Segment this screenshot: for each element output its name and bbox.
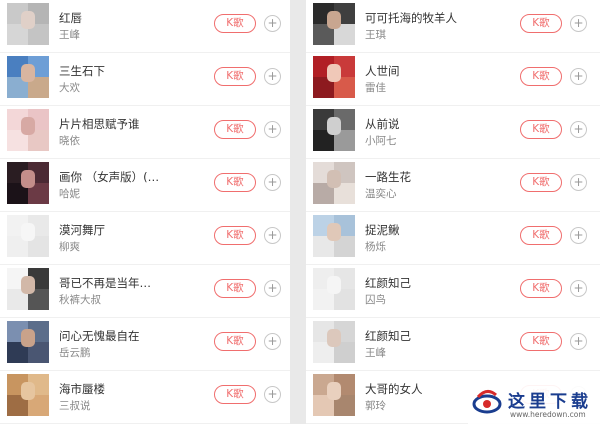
karaoke-button[interactable]: K歌	[214, 120, 256, 139]
song-row[interactable]: 哥已不再是当年… 秋裤大叔 K歌 +	[0, 265, 290, 318]
album-cover-thumbnail[interactable]	[7, 56, 49, 98]
album-cover-thumbnail[interactable]	[313, 56, 355, 98]
karaoke-button[interactable]: K歌	[214, 279, 256, 298]
watermark-url: www.heredown.com	[510, 410, 586, 419]
add-to-playlist-button[interactable]: +	[570, 15, 587, 32]
album-cover-thumbnail[interactable]	[7, 109, 49, 151]
add-to-playlist-button[interactable]: +	[570, 227, 587, 244]
song-list-right: 可可托海的牧羊人 王琪 K歌 + 人世间 雷佳 K歌 + 从前说 小阿七 K歌 + 一路生花 温奕心 K歌 +…	[306, 0, 600, 424]
song-row[interactable]: 从前说 小阿七 K歌 +	[306, 106, 600, 159]
song-title[interactable]: 画你 （女声版）(…	[59, 169, 169, 185]
add-to-playlist-button[interactable]: +	[264, 15, 281, 32]
album-cover-thumbnail[interactable]	[313, 109, 355, 151]
karaoke-button[interactable]: K歌	[520, 120, 562, 139]
song-title[interactable]: 红颜知己	[365, 275, 475, 291]
add-to-playlist-button[interactable]: +	[570, 280, 587, 297]
song-artist[interactable]: 囚鸟	[365, 292, 475, 307]
song-artist[interactable]: 岳云鹏	[59, 345, 169, 360]
album-cover-thumbnail[interactable]	[7, 3, 49, 45]
song-artist[interactable]: 三叔说	[59, 398, 169, 413]
song-artist[interactable]: 秋裤大叔	[59, 292, 169, 307]
song-row[interactable]: 漠河舞厅 柳爽 K歌 +	[0, 212, 290, 265]
karaoke-button[interactable]: K歌	[214, 67, 256, 86]
song-row[interactable]: 人世间 雷佳 K歌 +	[306, 53, 600, 106]
add-to-playlist-button[interactable]: +	[264, 333, 281, 350]
add-to-playlist-button[interactable]: +	[570, 174, 587, 191]
song-title[interactable]: 红唇	[59, 10, 169, 26]
add-to-playlist-button[interactable]: +	[570, 121, 587, 138]
album-cover-thumbnail[interactable]	[7, 215, 49, 257]
song-artist[interactable]: 柳爽	[59, 239, 169, 254]
album-cover-thumbnail[interactable]	[7, 268, 49, 310]
song-title[interactable]: 红颜知己	[365, 328, 475, 344]
song-artist[interactable]: 小阿七	[365, 133, 475, 148]
add-to-playlist-button[interactable]: +	[264, 174, 281, 191]
song-row[interactable]: 红颜知己 王峰 K歌 +	[306, 318, 600, 371]
song-row[interactable]: 红颜知己 囚鸟 K歌 +	[306, 265, 600, 318]
song-title[interactable]: 片片相思赋予谁	[59, 116, 169, 132]
song-title[interactable]: 一路生花	[365, 169, 475, 185]
album-cover-thumbnail[interactable]	[313, 268, 355, 310]
album-cover-thumbnail[interactable]	[313, 321, 355, 363]
karaoke-button[interactable]: K歌	[214, 385, 256, 404]
album-cover-thumbnail[interactable]	[313, 215, 355, 257]
watermark-logo-icon	[472, 390, 502, 414]
karaoke-button[interactable]: K歌	[520, 332, 562, 351]
song-artist[interactable]: 大欢	[59, 80, 169, 95]
song-artist[interactable]: 哈妮	[59, 186, 169, 201]
karaoke-button[interactable]: K歌	[520, 67, 562, 86]
song-title[interactable]: 人世间	[365, 63, 475, 79]
add-to-playlist-button[interactable]: +	[570, 68, 587, 85]
album-cover-thumbnail[interactable]	[313, 3, 355, 45]
album-cover-thumbnail[interactable]	[313, 162, 355, 204]
song-row[interactable]: 一路生花 温奕心 K歌 +	[306, 159, 600, 212]
watermark-text: 这里下载	[508, 392, 592, 412]
song-artist[interactable]: 温奕心	[365, 186, 475, 201]
song-title[interactable]: 哥已不再是当年…	[59, 275, 169, 291]
song-title[interactable]: 问心无愧最自在	[59, 328, 169, 344]
watermark: 这里下载 www.heredown.com	[468, 384, 600, 424]
karaoke-button[interactable]: K歌	[520, 279, 562, 298]
add-to-playlist-button[interactable]: +	[264, 121, 281, 138]
song-row[interactable]: 捉泥鳅 杨烁 K歌 +	[306, 212, 600, 265]
song-row[interactable]: 可可托海的牧羊人 王琪 K歌 +	[306, 0, 600, 53]
karaoke-button[interactable]: K歌	[214, 173, 256, 192]
song-title[interactable]: 三生石下	[59, 63, 169, 79]
song-title[interactable]: 从前说	[365, 116, 475, 132]
karaoke-button[interactable]: K歌	[214, 14, 256, 33]
song-row[interactable]: 三生石下 大欢 K歌 +	[0, 53, 290, 106]
add-to-playlist-button[interactable]: +	[264, 68, 281, 85]
album-cover-thumbnail[interactable]	[7, 321, 49, 363]
song-artist[interactable]: 王琪	[365, 27, 475, 42]
karaoke-button[interactable]: K歌	[520, 14, 562, 33]
song-title[interactable]: 捉泥鳅	[365, 222, 475, 238]
song-list-left: 红唇 王峰 K歌 + 三生石下 大欢 K歌 + 片片相思赋予谁 晓依 K歌 + 画你 （女声版）(… 哈妮…	[0, 0, 290, 424]
song-row[interactable]: 问心无愧最自在 岳云鹏 K歌 +	[0, 318, 290, 371]
song-artist[interactable]: 王峰	[59, 27, 169, 42]
song-row[interactable]: 海市蜃楼 三叔说 K歌 +	[0, 371, 290, 424]
karaoke-button[interactable]: K歌	[214, 226, 256, 245]
song-row[interactable]: 红唇 王峰 K歌 +	[0, 0, 290, 53]
album-cover-thumbnail[interactable]	[313, 374, 355, 416]
song-title[interactable]: 大哥的女人	[365, 381, 475, 397]
song-row[interactable]: 画你 （女声版）(… 哈妮 K歌 +	[0, 159, 290, 212]
song-artist[interactable]: 王峰	[365, 345, 475, 360]
song-artist[interactable]: 雷佳	[365, 80, 475, 95]
album-cover-thumbnail[interactable]	[7, 374, 49, 416]
song-row[interactable]: 片片相思赋予谁 晓依 K歌 +	[0, 106, 290, 159]
add-to-playlist-button[interactable]: +	[264, 227, 281, 244]
add-to-playlist-button[interactable]: +	[570, 333, 587, 350]
album-cover-thumbnail[interactable]	[7, 162, 49, 204]
add-to-playlist-button[interactable]: +	[264, 280, 281, 297]
karaoke-button[interactable]: K歌	[520, 173, 562, 192]
song-title[interactable]: 可可托海的牧羊人	[365, 10, 475, 26]
song-title[interactable]: 海市蜃楼	[59, 381, 169, 397]
song-artist[interactable]: 杨烁	[365, 239, 475, 254]
song-artist[interactable]: 郭玲	[365, 398, 475, 413]
add-to-playlist-button[interactable]: +	[264, 386, 281, 403]
karaoke-button[interactable]: K歌	[214, 332, 256, 351]
karaoke-button[interactable]: K歌	[520, 226, 562, 245]
song-artist[interactable]: 晓依	[59, 133, 169, 148]
song-title[interactable]: 漠河舞厅	[59, 222, 169, 238]
